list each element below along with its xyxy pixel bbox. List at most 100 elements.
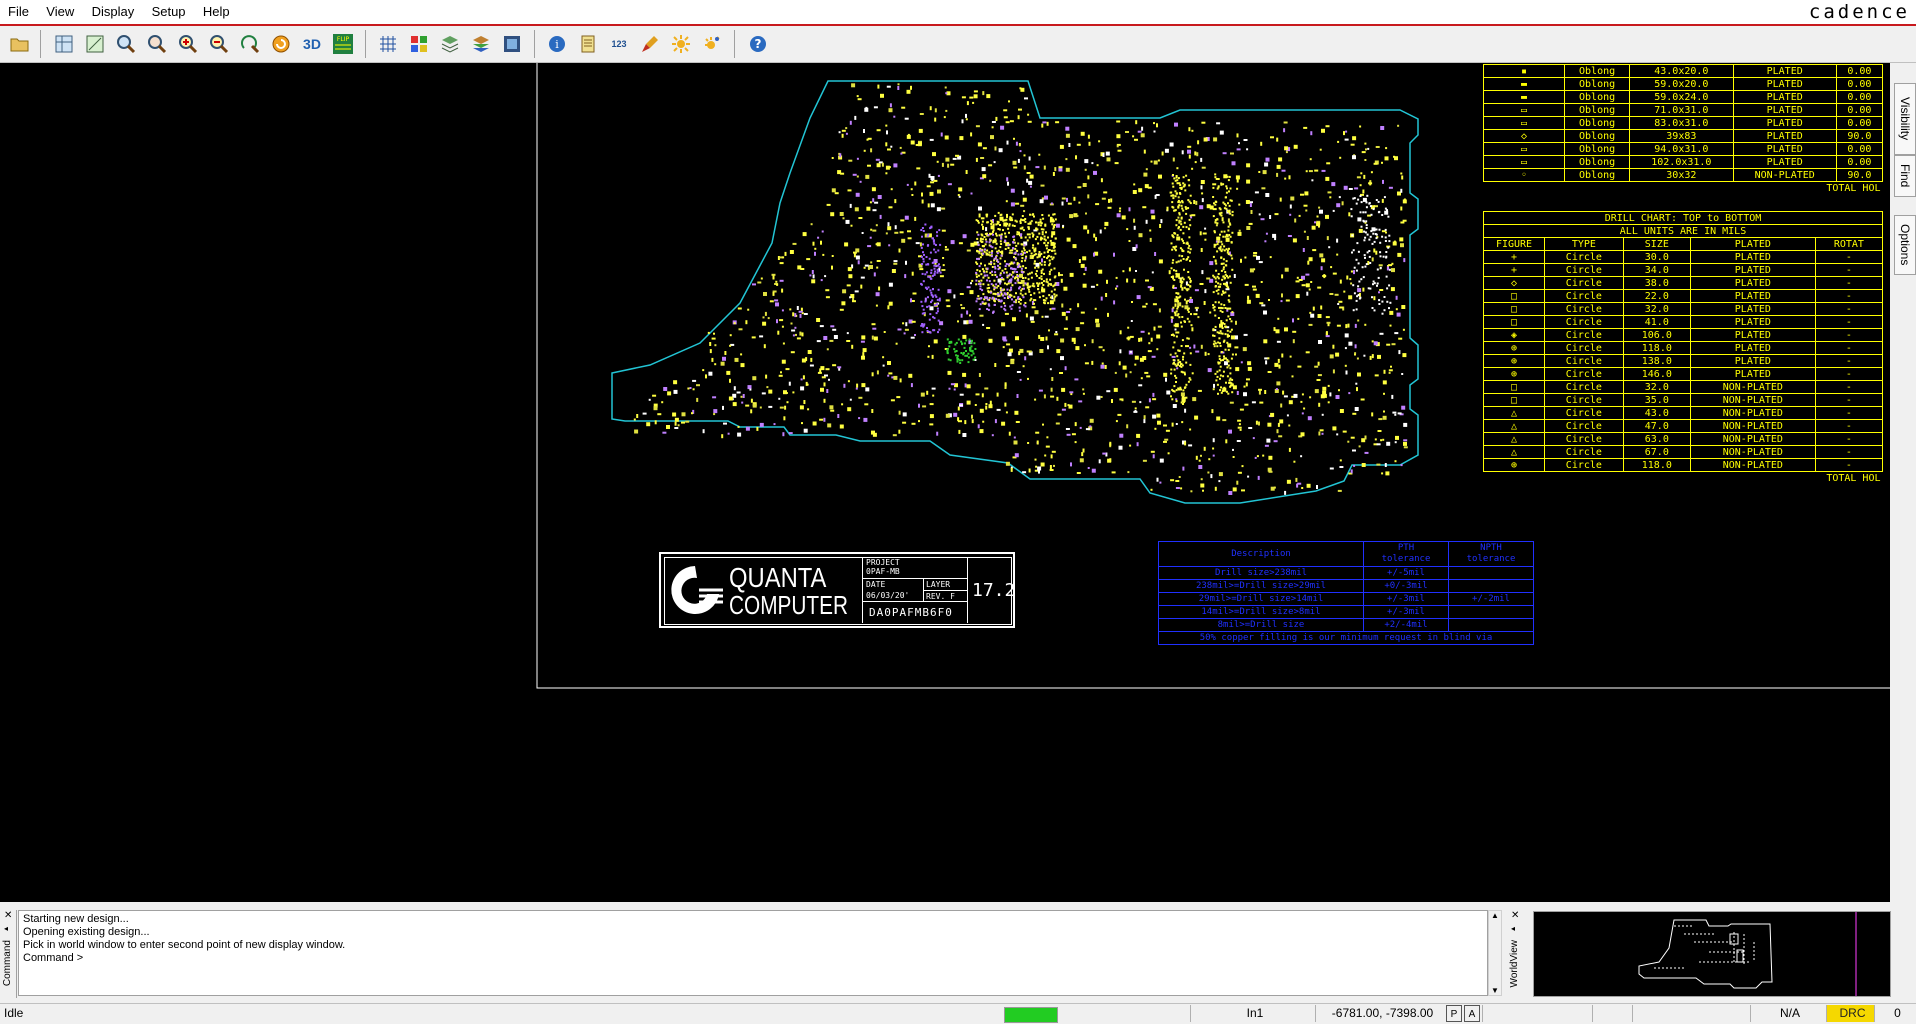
component-pad: [1291, 375, 1294, 378]
component-pad: [1246, 163, 1251, 168]
component-pad: [1364, 451, 1369, 454]
component-pad: [886, 85, 891, 88]
component-pad: [1045, 278, 1048, 281]
tab-find[interactable]: Find: [1894, 155, 1916, 197]
component-pad: [1130, 320, 1133, 322]
component-pad: [714, 344, 717, 347]
worldview-map[interactable]: [1533, 911, 1891, 997]
close-icon[interactable]: ✕: [1511, 910, 1519, 921]
component-pad: [1186, 289, 1189, 292]
component-pad: [938, 266, 941, 269]
toolbar-separator: [365, 30, 366, 58]
stack-icon[interactable]: [469, 32, 493, 56]
layer-icon[interactable]: [438, 32, 462, 56]
drill-chart-title: DRILL CHART: TOP to BOTTOM: [1483, 211, 1883, 225]
component-pad: [1037, 266, 1040, 269]
component-pad: [952, 157, 957, 160]
component-pad: [922, 325, 925, 328]
component-pad: [1308, 288, 1311, 291]
command-line: Starting new design...: [23, 913, 129, 925]
component-pad: [1224, 348, 1227, 351]
project-value: 0PAF-MB: [866, 567, 900, 576]
zoom-fit-icon[interactable]: [52, 32, 76, 56]
menu-help[interactable]: Help: [195, 0, 236, 19]
component-pad: [1224, 271, 1227, 273]
3d-view-icon[interactable]: 3D: [300, 32, 324, 56]
component-pad: [1235, 175, 1240, 180]
zoom-points-icon[interactable]: [114, 32, 138, 56]
component-pad: [1239, 428, 1242, 431]
zoom-out-icon[interactable]: [207, 32, 231, 56]
status-layer[interactable]: In1: [1190, 1005, 1315, 1022]
component-pad: [1045, 336, 1048, 341]
drill-cell: PLATED: [1732, 64, 1837, 78]
component-pad: [681, 412, 686, 417]
open-icon[interactable]: [8, 32, 32, 56]
component-pad: [945, 92, 948, 95]
flip-icon[interactable]: FLIP: [331, 32, 355, 56]
component-pad: [752, 376, 757, 381]
grid-icon[interactable]: [376, 32, 400, 56]
pin-icon[interactable]: ◂: [4, 924, 8, 933]
sun-icon[interactable]: [669, 32, 693, 56]
zoom-center-icon[interactable]: [238, 32, 262, 56]
zoom-world-icon[interactable]: [83, 32, 107, 56]
shadow-icon[interactable]: [700, 32, 724, 56]
component-pad: [1087, 229, 1090, 234]
film-icon[interactable]: [500, 32, 524, 56]
command-prompt[interactable]: Command >: [23, 952, 1483, 965]
component-pad: [1385, 275, 1388, 278]
component-pad: [999, 282, 1002, 285]
component-pad: [1344, 333, 1349, 338]
component-pad: [1177, 302, 1182, 307]
zoom-in-icon[interactable]: [176, 32, 200, 56]
color-icon[interactable]: [407, 32, 431, 56]
menu-file[interactable]: File: [0, 0, 35, 19]
component-pad: [1378, 418, 1383, 421]
pin-icon[interactable]: ◂: [1511, 924, 1515, 933]
scroll-up-icon[interactable]: ▲: [1489, 911, 1501, 920]
report-icon[interactable]: [576, 32, 600, 56]
menu-view[interactable]: View: [38, 0, 80, 19]
status-a-button[interactable]: A: [1464, 1005, 1480, 1022]
component-pad: [1136, 433, 1141, 438]
info-icon[interactable]: i: [545, 32, 569, 56]
zoom-prev-icon[interactable]: [145, 32, 169, 56]
design-canvas[interactable]: ▪ Oblong 43.0x20.0 PLATED 0.00 ▬ Oblong 59.0x20…: [0, 63, 1890, 902]
component-pad: [1293, 393, 1298, 398]
tab-options[interactable]: Options: [1894, 215, 1916, 275]
command-output[interactable]: Starting new design... Opening existing …: [18, 910, 1488, 996]
redraw-icon[interactable]: [269, 32, 293, 56]
component-pad: [999, 272, 1002, 275]
numbers-icon[interactable]: 123: [607, 32, 631, 56]
component-pad: [1220, 351, 1223, 353]
command-scrollbar[interactable]: ▲ ▼: [1488, 910, 1502, 996]
help-icon[interactable]: ?: [746, 32, 770, 56]
menu-setup[interactable]: Setup: [144, 0, 192, 19]
component-pad: [928, 345, 930, 348]
drill-figure-icon: △: [1483, 419, 1545, 433]
component-pad: [1370, 171, 1373, 174]
component-pad: [1145, 302, 1148, 305]
tol-header-npth: NPTH tolerance: [1448, 541, 1534, 567]
status-p-button[interactable]: P: [1446, 1005, 1462, 1022]
tab-visibility[interactable]: Visibility: [1894, 83, 1916, 155]
drc-badge[interactable]: DRC: [1826, 1005, 1874, 1022]
brush-icon[interactable]: [638, 32, 662, 56]
close-icon[interactable]: ✕: [4, 910, 12, 921]
component-pad: [1027, 288, 1030, 291]
component-pad: [1004, 304, 1007, 307]
menu-display[interactable]: Display: [84, 0, 141, 19]
component-pad: [1236, 133, 1239, 138]
component-pad: [1033, 262, 1036, 265]
scroll-down-icon[interactable]: ▼: [1489, 986, 1501, 995]
component-pad: [1085, 428, 1090, 431]
component-pad: [1074, 422, 1077, 427]
status-bar: Idle In1 -6781.00, -7398.00 P A N/A DRC …: [0, 1003, 1916, 1024]
component-pad: [826, 389, 829, 393]
drill-symbol-icon: ▭: [1483, 103, 1565, 117]
component-pad: [1049, 308, 1052, 311]
component-pad: [931, 387, 936, 390]
component-pad: [1074, 378, 1079, 381]
component-pad: [839, 212, 844, 216]
